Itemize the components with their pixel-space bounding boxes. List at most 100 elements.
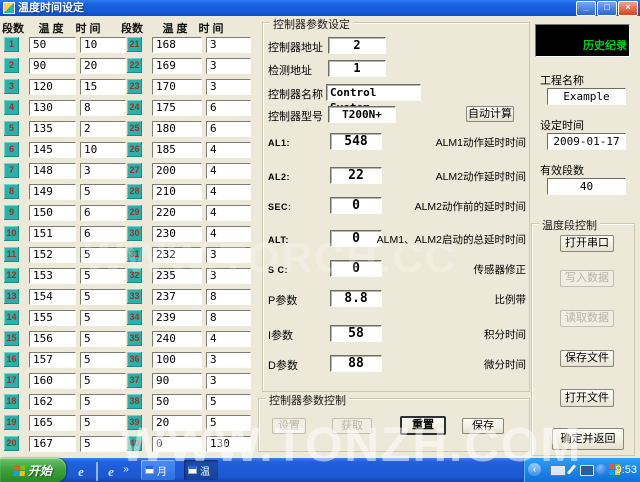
time-input[interactable]: 4 xyxy=(206,205,251,221)
time-input[interactable]: 5 xyxy=(80,415,126,431)
temperature-input[interactable]: 170 xyxy=(152,79,202,95)
time-input[interactable]: 3 xyxy=(80,163,126,179)
temperature-input[interactable]: 50 xyxy=(152,394,202,410)
temperature-input[interactable]: 149 xyxy=(29,184,76,200)
temperature-input[interactable]: 0 xyxy=(152,436,202,452)
time-input[interactable]: 3 xyxy=(206,373,251,389)
time-input[interactable]: 8 xyxy=(206,289,251,305)
temperature-input[interactable]: 120 xyxy=(29,79,76,95)
temperature-input[interactable]: 210 xyxy=(152,184,202,200)
temperature-input[interactable]: 168 xyxy=(152,37,202,53)
temperature-input[interactable]: 155 xyxy=(29,310,76,326)
save-button[interactable]: 保存 xyxy=(462,418,504,434)
confirm-return-button[interactable]: 确定并返回 xyxy=(552,428,624,450)
controller-model-input[interactable]: T200N+ xyxy=(328,106,396,123)
taskbar-item-1[interactable]: 月 xyxy=(141,460,175,480)
open-file-button[interactable]: 打开文件 xyxy=(560,389,614,407)
time-input[interactable]: 5 xyxy=(80,436,126,452)
time-input[interactable]: 5 xyxy=(80,394,126,410)
time-input[interactable]: 5 xyxy=(80,373,126,389)
ie-quicklaunch-icon-2[interactable]: e xyxy=(104,463,118,477)
reset-button[interactable]: 重置 xyxy=(400,416,446,435)
title-bar[interactable]: 温度时间设定 _ □ × xyxy=(0,0,640,16)
temperature-input[interactable]: 156 xyxy=(29,331,76,347)
show-desktop-icon[interactable] xyxy=(90,463,104,477)
temperature-input[interactable]: 151 xyxy=(29,226,76,242)
temperature-input[interactable]: 165 xyxy=(29,415,76,431)
minimize-button[interactable]: _ xyxy=(576,1,596,16)
close-button[interactable]: × xyxy=(618,1,638,16)
temperature-input[interactable]: 90 xyxy=(29,58,76,74)
temperature-input[interactable]: 154 xyxy=(29,289,76,305)
time-input[interactable]: 3 xyxy=(206,268,251,284)
time-input[interactable]: 4 xyxy=(206,226,251,242)
time-input[interactable]: 5 xyxy=(206,415,251,431)
time-input[interactable]: 130 xyxy=(206,436,251,452)
temperature-input[interactable]: 232 xyxy=(152,247,202,263)
temperature-input[interactable]: 220 xyxy=(152,205,202,221)
time-input[interactable]: 6 xyxy=(206,100,251,116)
time-input[interactable]: 8 xyxy=(206,310,251,326)
time-input[interactable]: 10 xyxy=(80,142,126,158)
time-input[interactable]: 5 xyxy=(80,310,126,326)
time-input[interactable]: 4 xyxy=(206,184,251,200)
time-input[interactable]: 3 xyxy=(206,352,251,368)
time-input[interactable]: 6 xyxy=(80,205,126,221)
auto-calc-button[interactable]: 自动计算 xyxy=(466,106,514,122)
temperature-input[interactable]: 150 xyxy=(29,205,76,221)
temperature-input[interactable]: 135 xyxy=(29,121,76,137)
network-tray-icon[interactable] xyxy=(596,464,607,475)
time-input[interactable]: 6 xyxy=(206,121,251,137)
temperature-input[interactable]: 240 xyxy=(152,331,202,347)
temperature-input[interactable]: 237 xyxy=(152,289,202,305)
time-input[interactable]: 3 xyxy=(206,247,251,263)
time-input[interactable]: 5 xyxy=(80,268,126,284)
time-input[interactable]: 6 xyxy=(80,226,126,242)
start-button[interactable]: 开始 xyxy=(0,458,66,482)
maximize-button[interactable]: □ xyxy=(597,1,617,16)
temperature-input[interactable]: 235 xyxy=(152,268,202,284)
quicklaunch-overflow-chevron[interactable]: » xyxy=(119,463,133,477)
time-input[interactable]: 5 xyxy=(206,394,251,410)
temperature-input[interactable]: 20 xyxy=(152,415,202,431)
temperature-input[interactable]: 230 xyxy=(152,226,202,242)
time-input[interactable]: 5 xyxy=(80,247,126,263)
open-serial-port-button[interactable]: 打开串口 xyxy=(560,235,614,252)
controller-name-input[interactable]: Control System xyxy=(326,84,421,101)
save-file-button[interactable]: 保存文件 xyxy=(560,350,614,367)
controller-address-input[interactable]: 2 xyxy=(328,37,386,54)
temperature-input[interactable]: 153 xyxy=(29,268,76,284)
time-input[interactable]: 5 xyxy=(80,289,126,305)
time-input[interactable]: 20 xyxy=(80,58,126,74)
time-input[interactable]: 2 xyxy=(80,121,126,137)
time-input[interactable]: 4 xyxy=(206,142,251,158)
pen-tray-icon[interactable] xyxy=(567,464,576,474)
temperature-input[interactable]: 50 xyxy=(29,37,76,53)
temperature-input[interactable]: 169 xyxy=(152,58,202,74)
ie-quicklaunch-icon[interactable]: e xyxy=(74,463,88,477)
temperature-input[interactable]: 90 xyxy=(152,373,202,389)
temperature-input[interactable]: 130 xyxy=(29,100,76,116)
time-input[interactable]: 4 xyxy=(206,163,251,179)
temperature-input[interactable]: 239 xyxy=(152,310,202,326)
time-input[interactable]: 3 xyxy=(206,58,251,74)
display-tray-icon[interactable] xyxy=(580,465,594,476)
time-input[interactable]: 10 xyxy=(80,37,126,53)
temperature-input[interactable]: 185 xyxy=(152,142,202,158)
time-input[interactable]: 3 xyxy=(206,37,251,53)
temperature-input[interactable]: 200 xyxy=(152,163,202,179)
temperature-input[interactable]: 180 xyxy=(152,121,202,137)
time-input[interactable]: 3 xyxy=(206,79,251,95)
time-input[interactable]: 5 xyxy=(80,184,126,200)
taskbar-item-2-active[interactable]: 温 xyxy=(184,460,218,480)
time-input[interactable]: 15 xyxy=(80,79,126,95)
temperature-input[interactable]: 100 xyxy=(152,352,202,368)
valid-segments-input[interactable]: 40 xyxy=(547,178,626,195)
temperature-input[interactable]: 162 xyxy=(29,394,76,410)
temperature-input[interactable]: 167 xyxy=(29,436,76,452)
set-time-input[interactable]: 2009-01-17 xyxy=(547,133,626,150)
temperature-input[interactable]: 160 xyxy=(29,373,76,389)
time-input[interactable]: 4 xyxy=(206,331,251,347)
time-input[interactable]: 5 xyxy=(80,331,126,347)
tray-chevron-icon[interactable]: ‹ xyxy=(528,463,541,476)
